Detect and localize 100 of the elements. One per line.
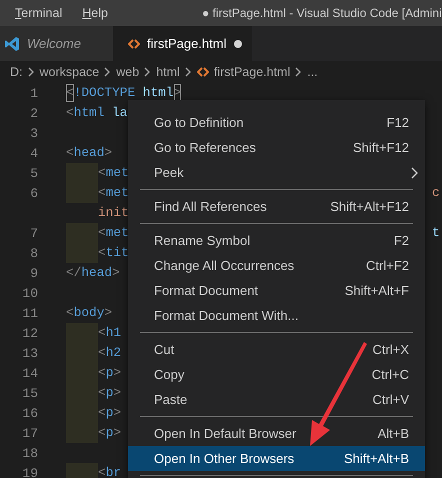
menu-item[interactable]: Format Document With... [128, 303, 425, 328]
code-text: la [111, 104, 128, 122]
shortcut-text: Ctrl+F2 [366, 258, 409, 273]
shortcut-text: Ctrl+C [372, 367, 409, 382]
line-number: 4 [29, 146, 38, 160]
breadcrumb-item[interactable]: D: [10, 65, 22, 79]
menu-item[interactable]: Open In Other Browsers Shift+Alt+B [128, 446, 425, 471]
shortcut-text: Alt+B [378, 426, 409, 441]
chevron-icon [295, 67, 302, 77]
menu-item[interactable]: Find All References Shift+Alt+F12 [128, 194, 425, 219]
menu-item[interactable]: Change All Occurrences Ctrl+F2 [128, 253, 425, 278]
code-text: > [113, 404, 122, 422]
code-text: > [112, 264, 120, 282]
line-number: 8 [29, 246, 38, 260]
line-number: 9 [29, 266, 38, 280]
line-number: 3 [29, 126, 38, 140]
chevron-icon [104, 67, 112, 77]
code-text: > [104, 144, 112, 162]
shortcut-text: Shift+Alt+F [344, 283, 409, 298]
chevron-icon [144, 67, 152, 77]
breadcrumb-item[interactable]: html [156, 65, 180, 79]
code-text: < [66, 304, 74, 322]
code-text: c [432, 184, 441, 202]
code-text: p [106, 424, 114, 442]
shortcut-text: Ctrl+X [372, 342, 409, 357]
breadcrumb-item[interactable]: web [116, 65, 140, 79]
code-text: html [142, 84, 174, 102]
line-number: 7 [29, 226, 38, 240]
code-text: < [66, 144, 74, 162]
shortcut-text: F12 [386, 115, 409, 130]
code-text: !DOCTYPE [74, 84, 136, 102]
line-number: 10 [21, 286, 38, 300]
menu-item[interactable]: Cut Ctrl+X [128, 337, 425, 362]
menu-item[interactable]: Terminal [0, 6, 70, 20]
code-text: p [106, 404, 114, 422]
code-text: < [98, 384, 106, 402]
code-text: < [98, 184, 106, 202]
menu-item[interactable]: Rename Symbol F2 [128, 228, 425, 253]
shortcut-text: F2 [394, 233, 409, 248]
editor-tab[interactable]: Welcome [0, 26, 113, 61]
line-number: 12 [21, 326, 38, 340]
code-text: init [98, 204, 129, 222]
line-number: 15 [21, 386, 38, 400]
shortcut-text: Shift+Alt+B [344, 451, 409, 466]
code-text: < [98, 344, 106, 362]
breadcrumb-item[interactable]: workspace [40, 65, 100, 79]
code-text: head [81, 264, 112, 282]
app-logo-icon [4, 36, 20, 52]
code-text: h2 [106, 344, 122, 362]
line-number: 16 [21, 406, 38, 420]
line-number: 18 [21, 446, 38, 460]
code-text: < [98, 224, 106, 242]
code-text: h1 [106, 324, 122, 342]
code-text: < [98, 364, 106, 382]
menu-item[interactable]: Paste Ctrl+V [128, 387, 425, 412]
code-text: < [98, 164, 106, 182]
line-number: 5 [29, 166, 38, 180]
code-text: > [113, 424, 122, 442]
menu-item[interactable]: Format Document Shift+Alt+F [128, 278, 425, 303]
menu-item[interactable]: Copy Ctrl+C [128, 362, 425, 387]
breadcrumb-item[interactable]: firstPage.html [214, 65, 290, 79]
line-number: 2 [29, 106, 38, 120]
code-text: < [98, 464, 106, 478]
code-text: < [98, 424, 106, 442]
line-number: 11 [21, 306, 38, 320]
window-title: ● firstPage.html - Visual Studio Code [Admini [202, 6, 442, 20]
shortcut-text: Shift+Alt+F12 [330, 199, 409, 214]
code-text: </ [66, 264, 82, 282]
chevron-icon [28, 67, 34, 77]
menu-item[interactable]: Go to Definition F12 [128, 110, 425, 135]
code-text: met [106, 224, 129, 242]
menu-item[interactable]: Go to References Shift+F12 [128, 135, 425, 160]
code-icon [128, 38, 140, 48]
line-number: 1 [29, 86, 38, 100]
code-text: < [98, 404, 106, 422]
menu-item[interactable]: Peek [128, 160, 425, 185]
menu-item[interactable]: Help [70, 6, 116, 20]
line-number: 14 [21, 366, 38, 380]
code-text: < [98, 324, 106, 342]
code-text: html [74, 104, 104, 122]
matched-bracket: < [66, 84, 74, 102]
editor-tab[interactable]: firstPage.html [113, 26, 252, 61]
code-text: body [74, 304, 104, 322]
code-icon [196, 67, 209, 77]
menu-item[interactable]: Open In Default Browser Alt+B [128, 421, 425, 446]
code-text: met [106, 164, 129, 182]
code-text: > [113, 364, 122, 382]
shortcut-text: Shift+F12 [352, 140, 409, 155]
line-number: 6 [29, 186, 38, 200]
code-text: br [106, 464, 122, 478]
code-text: tit [106, 244, 129, 262]
code-text: met [106, 184, 129, 202]
code-text: < [66, 104, 74, 122]
code-text: p [106, 364, 114, 382]
line-number: 17 [21, 426, 38, 440]
code-text: head [74, 144, 104, 162]
unsaved-dot-icon [234, 40, 242, 48]
code-text: < [98, 244, 106, 262]
line-number: 19 [21, 466, 38, 478]
breadcrumb-item[interactable]: ... [307, 65, 318, 79]
